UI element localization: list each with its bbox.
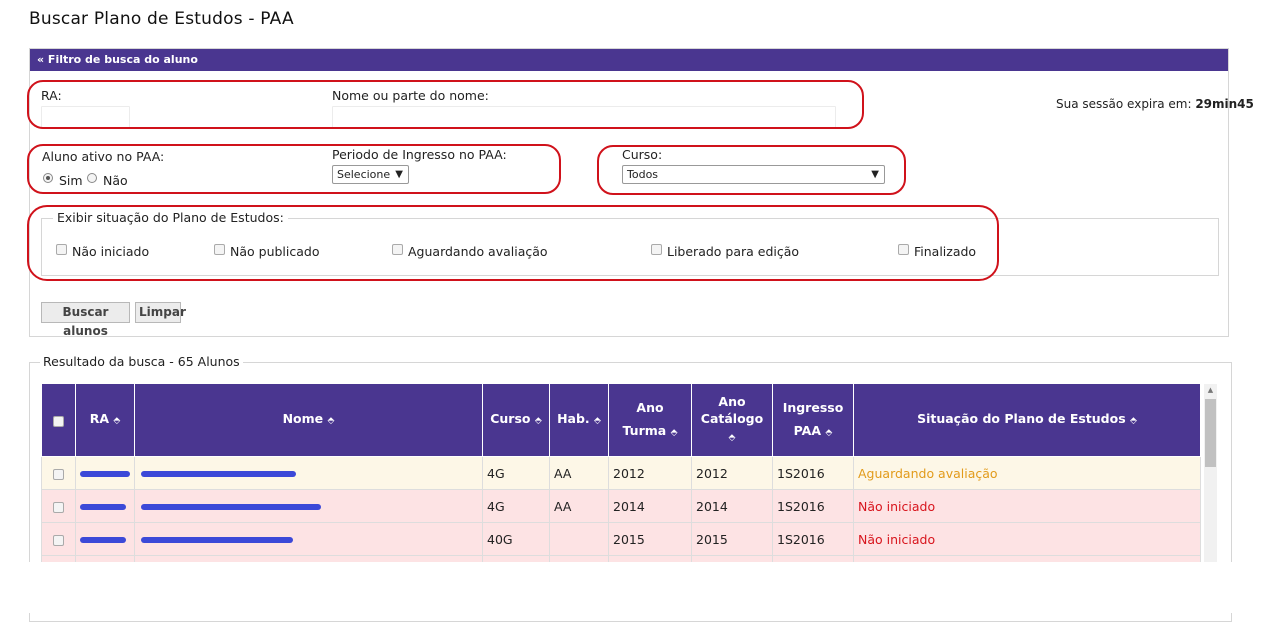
select-all-checkbox[interactable] [53, 415, 64, 427]
table-row[interactable]: 4G AA 2014 2014 1S2016 Não iniciado [41, 489, 1201, 523]
col-ingresso-label-2: PAA [793, 422, 822, 438]
sort-icon: ⬘ [728, 433, 736, 443]
sort-icon: ⬘ [113, 416, 121, 426]
cell-ano-catalogo: 2015 [691, 522, 773, 556]
sort-icon: ⬘ [1130, 416, 1137, 426]
redacted-name-link[interactable] [141, 504, 321, 510]
cell-ingresso: 1S2016 [772, 522, 854, 556]
cell-ano-turma: 2015 [608, 522, 692, 556]
scroll-up-icon[interactable]: ▲ [1204, 386, 1217, 398]
redacted-name-link[interactable] [141, 471, 296, 477]
table-row[interactable]: 4G AA 2012 2012 1S2016 Aguardando avalia… [41, 456, 1201, 490]
sort-icon: ⬘ [327, 416, 335, 426]
sort-icon: ⬘ [534, 416, 542, 426]
sort-icon: ⬘ [670, 427, 678, 438]
cell-situacao: Aguardando avaliação [853, 456, 1201, 490]
filter-panel-header[interactable]: « Filtro de busca do aluno [30, 49, 1228, 71]
col-ano-turma-label-1: Ano [636, 399, 664, 415]
cell-ingresso: 1S2016 [772, 489, 854, 523]
cell-ano-turma: 2012 [608, 456, 692, 490]
cell-ingresso: 1S2016 [772, 456, 854, 490]
limpar-button[interactable]: Limpar [135, 302, 186, 323]
col-ano-catalogo-label-2: Catálogo [700, 411, 764, 426]
table-header-row: RA ⬘ Nome ⬘ Curso ⬘ Hab. ⬘ Ano Turma ⬘ An… [41, 383, 1201, 457]
col-situacao[interactable]: Situação do Plano de Estudos ⬘ [853, 383, 1201, 457]
col-ano-catalogo[interactable]: Ano Catálogo ⬘ [691, 383, 773, 457]
col-ingresso[interactable]: Ingresso PAA ⬘ [772, 383, 854, 457]
cell-hab: AA [549, 489, 609, 523]
col-hab[interactable]: Hab. ⬘ [549, 383, 609, 457]
buscar-alunos-button[interactable]: Buscar alunos [41, 302, 130, 338]
col-ano-turma-label-2: Turma [622, 422, 667, 438]
row-checkbox[interactable] [53, 534, 64, 546]
col-ano-turma[interactable]: Ano Turma ⬘ [608, 383, 692, 457]
page-bottom-blank [0, 562, 1285, 613]
sort-icon: ⬘ [825, 427, 833, 438]
annotation-oval-curso [597, 145, 906, 195]
session-time: 29min45 [1195, 97, 1254, 111]
col-nome[interactable]: Nome ⬘ [134, 383, 483, 457]
select-all-header [41, 383, 76, 457]
session-label: Sua sessão expira em: [1056, 97, 1192, 111]
session-expiry: Sua sessão expira em: 29min45 [1056, 97, 1254, 111]
col-situacao-label: Situação do Plano de Estudos [917, 411, 1126, 426]
redacted-ra [80, 537, 126, 543]
cell-curso: 4G [482, 489, 550, 523]
col-ano-catalogo-label-1: Ano [718, 394, 746, 409]
cell-situacao: Não iniciado [853, 489, 1201, 523]
redacted-ra [80, 504, 126, 510]
annotation-oval-ra-nome [27, 80, 864, 129]
redacted-name-link[interactable] [141, 537, 293, 543]
cell-situacao: Não iniciado [853, 522, 1201, 556]
annotation-oval-ativo-periodo [27, 144, 561, 194]
col-ingresso-label-1: Ingresso [782, 399, 844, 415]
cell-hab: AA [549, 456, 609, 490]
col-nome-label: Nome [282, 411, 324, 426]
col-hab-label: Hab. [557, 411, 590, 426]
cell-ano-catalogo: 2014 [691, 489, 773, 523]
row-checkbox[interactable] [53, 468, 64, 480]
col-curso-label: Curso [490, 411, 531, 426]
annotation-oval-situacao [27, 205, 999, 281]
scroll-thumb[interactable] [1205, 399, 1216, 467]
table-row[interactable]: 40G 2015 2015 1S2016 Não iniciado [41, 522, 1201, 556]
sort-icon: ⬘ [594, 416, 601, 426]
col-ra-label: RA [89, 411, 110, 426]
redacted-ra [80, 471, 130, 477]
results-legend: Resultado da busca - 65 Alunos [40, 354, 243, 369]
col-ra[interactable]: RA ⬘ [75, 383, 135, 457]
row-checkbox[interactable] [53, 501, 64, 513]
page-title: Buscar Plano de Estudos - PAA [29, 9, 294, 29]
cell-curso: 4G [482, 456, 550, 490]
results-table: RA ⬘ Nome ⬘ Curso ⬘ Hab. ⬘ Ano Turma ⬘ An… [41, 383, 1201, 589]
cell-hab [549, 522, 609, 556]
cell-ano-turma: 2014 [608, 489, 692, 523]
cell-ano-catalogo: 2012 [691, 456, 773, 490]
cell-curso: 40G [482, 522, 550, 556]
col-curso[interactable]: Curso ⬘ [482, 383, 550, 457]
